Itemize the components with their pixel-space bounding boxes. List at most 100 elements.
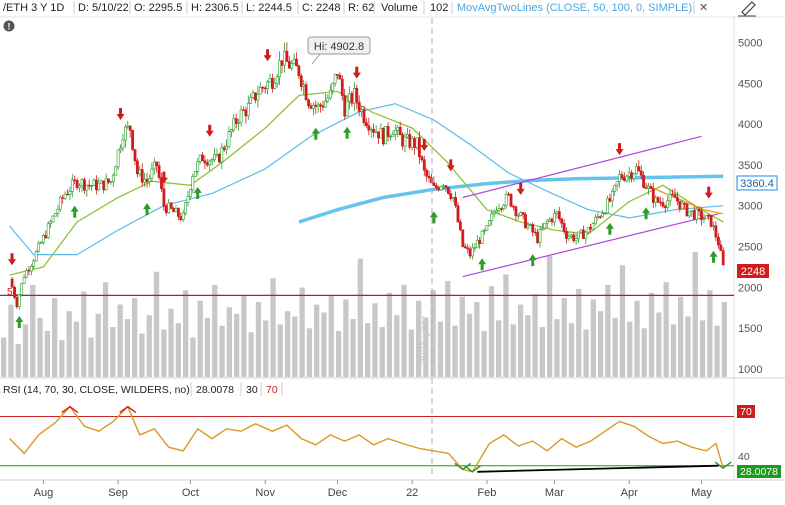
volume-bar (299, 287, 305, 377)
candle-body (540, 227, 544, 230)
candle-body (304, 84, 308, 101)
candle-body (73, 179, 77, 181)
exclamation-icon[interactable]: ! (3, 20, 15, 32)
time-tick-label: Dec (328, 487, 348, 499)
candle-body (707, 214, 711, 217)
candle-body (32, 260, 36, 267)
candle-body (422, 159, 426, 171)
high-callout-text: Hi: 4902.8 (314, 41, 364, 53)
candle-body (384, 126, 388, 145)
candle-body (396, 126, 400, 131)
candle-body (548, 218, 552, 222)
price-tick-label: 4000 (738, 119, 762, 131)
symbol-label[interactable]: /ETH 3 Y 1D (3, 2, 64, 14)
volume-bar (692, 252, 698, 377)
candle-body (634, 166, 638, 175)
candle-body (314, 104, 318, 107)
study-close-icon[interactable]: ✕ (699, 2, 708, 14)
candle-body (177, 208, 180, 217)
candle-body (309, 105, 313, 109)
ma-value-text: 3360.4 (740, 178, 774, 190)
volume-bar (678, 296, 684, 377)
candle-body (555, 211, 559, 214)
candle-body (458, 221, 462, 231)
volume-bar (328, 295, 334, 377)
candle-body (654, 197, 658, 203)
candle-body (25, 270, 28, 278)
candle-body (507, 193, 511, 196)
volume-readout: 102 (430, 2, 448, 14)
candle-body (625, 175, 629, 181)
candle-body (514, 206, 518, 216)
candle-body (562, 223, 566, 232)
volume-bar (583, 329, 589, 377)
candle-body (463, 246, 467, 249)
candle-body (584, 231, 588, 240)
candle-body (420, 156, 424, 160)
candle-body (478, 239, 482, 244)
candle-body (680, 203, 684, 210)
candle-body (319, 104, 323, 107)
volume-bar (117, 304, 123, 377)
candle-body (326, 97, 330, 102)
candle-body (215, 154, 219, 156)
candle-body (692, 210, 696, 220)
price-tick-label: 5000 (738, 38, 762, 50)
volume-bar (37, 317, 43, 377)
candle-body (87, 184, 91, 187)
candle-body (227, 131, 231, 147)
candle-body (213, 154, 216, 160)
candle-body (410, 138, 414, 148)
candle-body (675, 197, 679, 202)
candle-body (536, 232, 540, 243)
candle-body (581, 229, 585, 239)
volume-bar (124, 319, 131, 377)
candle-body (444, 185, 448, 188)
candle-body (659, 201, 662, 204)
time-tick-label: 22 (406, 487, 418, 499)
candle-body (630, 172, 634, 179)
candle-body (393, 129, 397, 135)
candle-body (495, 210, 499, 213)
candle-body (449, 193, 453, 200)
candle-body (119, 147, 122, 151)
volume-bar (66, 311, 72, 377)
open-readout: O: 2295.5 (134, 2, 182, 14)
candle-body (606, 198, 609, 214)
candle-body (427, 176, 431, 179)
volume-label[interactable]: Volume (381, 2, 418, 14)
candle-body (34, 251, 38, 262)
candle-body (189, 189, 192, 197)
candle-body (471, 247, 474, 257)
candle-body (39, 242, 43, 244)
candle-body (220, 147, 224, 163)
volume-bar (648, 292, 655, 377)
volume-bar (81, 291, 87, 377)
candle-body (700, 210, 703, 221)
candle-body (716, 236, 720, 246)
volume-bar (88, 337, 94, 377)
candle-body (299, 75, 303, 87)
price-tick-label: 2000 (738, 282, 762, 294)
date-readout: D: 5/10/22 (78, 2, 129, 14)
volume-bar (102, 282, 109, 377)
study-label[interactable]: MovAvgTwoLines (CLOSE, 50, 100, 0, SIMPL… (457, 2, 692, 14)
candle-body (512, 206, 515, 208)
volume-bar (59, 340, 65, 377)
candle-body (258, 87, 262, 95)
candle-body (528, 224, 532, 226)
candle-body (521, 212, 525, 215)
volume-bar (139, 333, 145, 377)
candle-body (44, 235, 48, 239)
volume-bar (561, 298, 567, 377)
svg-text:!: ! (8, 22, 11, 32)
rsi-overbought-tag-text: 70 (740, 406, 752, 418)
candle-body (256, 93, 260, 101)
candle-body (150, 168, 154, 179)
rsi-study-label[interactable]: RSI (14, 70, 30, CLOSE, WILDERS, no) (3, 384, 190, 396)
volume-bar (481, 330, 487, 377)
candle-body (107, 178, 110, 183)
candle-body (442, 185, 445, 187)
candle-body (210, 159, 214, 162)
candle-body (389, 136, 392, 138)
